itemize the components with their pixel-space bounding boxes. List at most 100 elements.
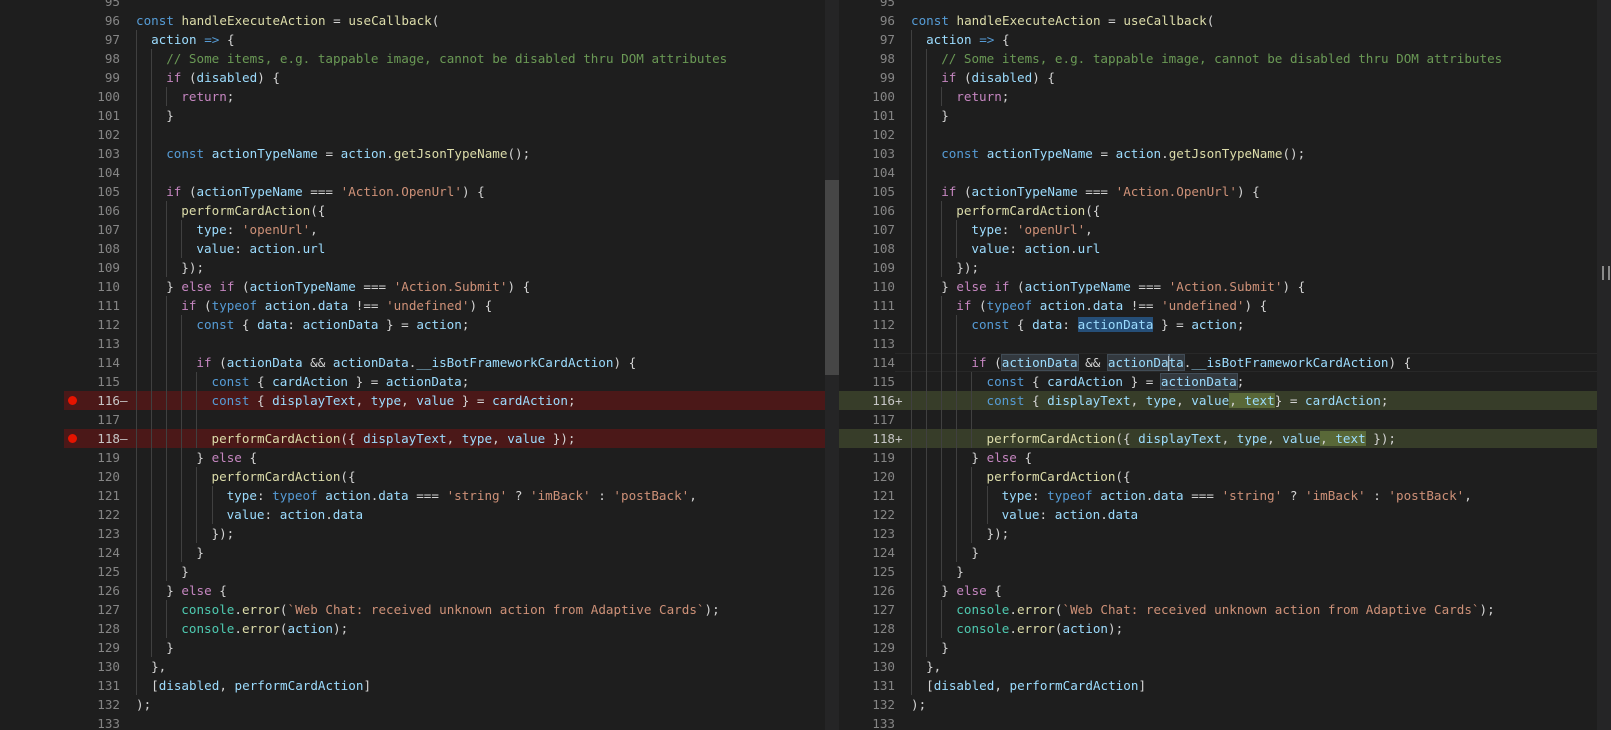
code-line[interactable]: 121 type: typeof action.data === 'string'… [64, 486, 825, 505]
code-line[interactable]: 95 [64, 0, 825, 11]
code-line[interactable]: 124} [64, 543, 825, 562]
code-text[interactable]: } else { [196, 448, 257, 467]
code-text[interactable]: const handleExecuteAction = useCallback( [911, 11, 1214, 30]
code-text[interactable]: performCardAction({ displayText, type, v… [987, 429, 1396, 448]
code-line[interactable]: 119} else { [839, 448, 1597, 467]
line-gutter[interactable]: 120 [64, 467, 120, 486]
code-text[interactable]: } [971, 543, 979, 562]
line-gutter[interactable]: 123 [839, 524, 895, 543]
code-text[interactable]: console.error(`Web Chat: received unknow… [956, 600, 1494, 619]
line-gutter[interactable]: 115 [839, 372, 895, 391]
code-text[interactable]: value: action.data [1002, 505, 1139, 524]
line-gutter[interactable]: 103 [839, 144, 895, 163]
code-text[interactable]: }); [181, 258, 204, 277]
line-gutter[interactable]: 107 [839, 220, 895, 239]
code-line[interactable]: 108 value: action.url [839, 239, 1597, 258]
code-line[interactable]: 98 // Some items, e.g. tappable image, ca… [64, 49, 825, 68]
code-text[interactable]: performCardAction({ [212, 467, 356, 486]
code-text[interactable]: } [196, 543, 204, 562]
line-gutter[interactable]: 100 [839, 87, 895, 106]
code-line[interactable]: 99 if (disabled) { [839, 68, 1597, 87]
code-text[interactable]: ); [911, 695, 926, 714]
code-line[interactable]: 107 type: 'openUrl', [64, 220, 825, 239]
code-line[interactable]: 110} else if (actionTypeName === 'Action… [839, 277, 1597, 296]
line-gutter[interactable]: 122 [839, 505, 895, 524]
line-gutter[interactable]: 96 [839, 11, 895, 30]
line-gutter[interactable]: 114 [64, 353, 120, 372]
code-line[interactable]: 131 [disabled, performCardAction] [64, 676, 825, 695]
code-text[interactable]: // Some items, e.g. tappable image, cann… [166, 49, 727, 68]
code-line[interactable]: 115 const { cardAction } = actionData; [64, 372, 825, 391]
code-line[interactable]: 127 console.error(`Web Chat: received unk… [839, 600, 1597, 619]
code-line[interactable]: 113 [64, 334, 825, 353]
line-gutter[interactable]: 116 [839, 391, 895, 410]
code-line[interactable]: 122 value: action.data [839, 505, 1597, 524]
code-line[interactable]: 126 } else { [839, 581, 1597, 600]
code-line[interactable]: 108 value: action.url [64, 239, 825, 258]
line-gutter[interactable]: 113 [839, 334, 895, 353]
code-line[interactable]: 100 return; [64, 87, 825, 106]
code-line[interactable]: 97 action => { [839, 30, 1597, 49]
line-gutter[interactable]: 105 [64, 182, 120, 201]
line-gutter[interactable]: 104 [839, 163, 895, 182]
line-gutter[interactable]: 127 [839, 600, 895, 619]
code-line[interactable]: 120 performCardAction({ [64, 467, 825, 486]
code-text[interactable]: } else { [941, 581, 1002, 600]
code-text[interactable]: performCardAction({ [987, 467, 1131, 486]
line-gutter[interactable]: 111 [839, 296, 895, 315]
code-line[interactable]: 106 performCardAction({ [839, 201, 1597, 220]
code-text[interactable]: const { displayText, type, value, text} … [987, 391, 1388, 410]
code-text[interactable]: }); [956, 258, 979, 277]
line-gutter[interactable]: 115 [64, 372, 120, 391]
line-gutter[interactable]: 127 [64, 600, 120, 619]
code-line[interactable]: 96 const handleExecuteAction = useCallbac… [839, 11, 1597, 30]
code-line[interactable]: 99 if (disabled) { [64, 68, 825, 87]
added-line[interactable]: 118 + performCardAction({ displayText, typ… [839, 429, 1597, 448]
line-gutter[interactable]: 132 [64, 695, 120, 714]
code-line[interactable]: 129} [839, 638, 1597, 657]
code-line[interactable]: 126} else { [64, 581, 825, 600]
code-text[interactable]: value: action.data [227, 505, 364, 524]
line-gutter[interactable]: 107 [64, 220, 120, 239]
code-text[interactable]: performCardAction({ [956, 201, 1100, 220]
line-gutter[interactable]: 131 [64, 676, 120, 695]
code-line[interactable]: 96 const handleExecuteAction = useCallbac… [64, 11, 825, 30]
line-gutter[interactable]: 110 [839, 277, 895, 296]
code-text[interactable]: // Some items, e.g. tappable image, cann… [941, 49, 1502, 68]
code-line[interactable]: 115 const { cardAction } = actionData; [839, 372, 1597, 391]
code-line[interactable]: 109}); [839, 258, 1597, 277]
line-gutter[interactable]: 126 [64, 581, 120, 600]
code-text[interactable]: if (typeof action.data !== 'undefined') … [956, 296, 1267, 315]
code-text[interactable]: if (actionTypeName === 'Action.OpenUrl')… [941, 182, 1260, 201]
line-gutter[interactable]: 129 [64, 638, 120, 657]
code-line[interactable]: 111 if (typeof action.data !== 'undefined… [64, 296, 825, 315]
code-line[interactable]: 101} [839, 106, 1597, 125]
code-line[interactable]: 100 return; [839, 87, 1597, 106]
code-text[interactable]: const actionTypeName = action.getJsonTyp… [941, 144, 1305, 163]
line-gutter[interactable]: 123 [64, 524, 120, 543]
code-line[interactable]: 130}, [839, 657, 1597, 676]
original-scrollbar[interactable] [825, 0, 839, 730]
code-text[interactable]: const { cardAction } = actionData; [987, 372, 1244, 391]
code-line[interactable]: 112 const { data: actionData } = action; [64, 315, 825, 334]
code-line[interactable]: 104 [839, 163, 1597, 182]
code-line[interactable]: 101} [64, 106, 825, 125]
code-text[interactable]: console.error(action); [181, 619, 348, 638]
code-line[interactable]: 122 value: action.data [64, 505, 825, 524]
line-gutter[interactable]: 121 [64, 486, 120, 505]
code-line[interactable]: 114 if (actionData && actionData.__isBotF… [839, 353, 1597, 372]
line-gutter[interactable]: 98 [64, 49, 120, 68]
code-line[interactable]: 133 [839, 714, 1597, 730]
code-line[interactable]: 123}); [64, 524, 825, 543]
line-gutter[interactable]: 112 [839, 315, 895, 334]
line-gutter[interactable]: 103 [64, 144, 120, 163]
code-line[interactable]: 103 const actionTypeName = action.getJson… [64, 144, 825, 163]
code-text[interactable]: performCardAction({ displayText, type, v… [212, 429, 576, 448]
line-gutter[interactable]: 117 [839, 410, 895, 429]
line-gutter[interactable]: 105 [839, 182, 895, 201]
line-gutter[interactable]: 126 [839, 581, 895, 600]
code-text[interactable]: ); [136, 695, 151, 714]
code-line[interactable]: 132); [839, 695, 1597, 714]
line-gutter[interactable]: 124 [64, 543, 120, 562]
code-line[interactable]: 133 [64, 714, 825, 730]
